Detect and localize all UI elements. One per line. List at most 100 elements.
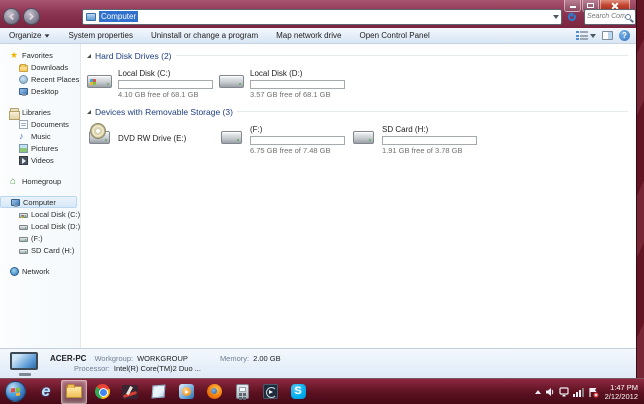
sidebar-group-favorites[interactable]: ★ Favorites: [0, 49, 80, 61]
desktop-background: Computer Organize System properties Unin…: [0, 0, 644, 404]
drive-free-space: 1.91 GB free of 3.78 GB: [382, 146, 463, 155]
drive-name: Local Disk (D:): [250, 69, 303, 78]
collapse-triangle-icon[interactable]: [87, 109, 91, 114]
forward-button[interactable]: [23, 8, 40, 25]
windows-logo-icon: [11, 387, 20, 396]
taskbar-media-player-button[interactable]: [173, 380, 199, 404]
sidebar-group-computer[interactable]: Computer: [0, 196, 77, 208]
address-location-text[interactable]: Computer: [99, 11, 139, 22]
drive-tile-d[interactable]: Local Disk (D:) 3.57 GB free of 68.1 GB: [218, 65, 350, 101]
sd-card-icon: [350, 123, 378, 153]
preview-pane-button[interactable]: [602, 31, 613, 40]
drive-name: (F:): [250, 125, 263, 134]
section-title: Devices with Removable Storage (3): [95, 106, 233, 117]
taskbar-pen-tool-button[interactable]: [117, 380, 143, 404]
sd-card-icon: [19, 248, 28, 254]
organize-menu-button[interactable]: Organize: [0, 28, 59, 43]
recent-places-icon: [19, 74, 28, 84]
drive-name: DVD RW Drive (E:): [118, 134, 187, 143]
open-control-panel-button[interactable]: Open Control Panel: [350, 28, 438, 43]
memory-value: 2.00 GB: [253, 353, 281, 363]
start-button[interactable]: [5, 381, 26, 402]
taskbar-sticky-notes-button[interactable]: [145, 380, 171, 404]
capacity-bar: [250, 80, 345, 89]
sidebar-item-local-disk-d[interactable]: Local Disk (D:): [0, 220, 80, 232]
folder-icon: [66, 383, 82, 398]
taskbar-media-player-classic-button[interactable]: [257, 380, 283, 404]
drive-tile-f[interactable]: (F:) 6.75 GB free of 7.48 GB: [218, 121, 350, 157]
videos-icon: [19, 155, 28, 165]
forward-icon: [26, 12, 35, 21]
sidebar-item-recent-places[interactable]: Recent Places: [0, 73, 80, 85]
taskbar-clock[interactable]: 1:47 PM 2/12/2012: [603, 383, 642, 401]
hard-drive-icon: [218, 67, 246, 97]
capacity-bar: [382, 136, 477, 145]
taskbar-chrome-button[interactable]: [89, 380, 115, 404]
dvd-drive-icon: [86, 123, 114, 153]
search-input[interactable]: [587, 13, 625, 20]
taskbar-firefox-button[interactable]: [201, 380, 227, 404]
search-box[interactable]: [584, 8, 636, 25]
sidebar-item-music[interactable]: ♪ Music: [0, 130, 80, 142]
back-button[interactable]: [3, 8, 20, 25]
hard-drive-icon: [19, 224, 28, 230]
drive-tile-h[interactable]: SD Card (H:) 1.91 GB free of 3.78 GB: [350, 121, 482, 157]
drive-tile-e[interactable]: DVD RW Drive (E:): [86, 121, 218, 157]
sidebar-item-local-disk-c[interactable]: Local Disk (C:): [0, 208, 80, 220]
sidebar-item-desktop[interactable]: Desktop: [0, 85, 80, 97]
map-network-drive-button[interactable]: Map network drive: [267, 28, 350, 43]
volume-icon[interactable]: [545, 387, 555, 397]
system-tray: 1:47 PM 2/12/2012: [534, 379, 642, 404]
sidebar-item-downloads[interactable]: Downloads: [0, 61, 80, 73]
back-icon: [8, 12, 17, 21]
clock-time: 1:47 PM: [610, 383, 638, 392]
hard-disk-tiles: Local Disk (C:) 4.10 GB free of 68.1 GB …: [86, 65, 632, 101]
workgroup-value: WORKGROUP: [137, 353, 188, 363]
system-drive-icon: [19, 212, 28, 218]
media-player-classic-icon: [262, 384, 278, 399]
calculator-icon: [235, 384, 249, 399]
action-center-flag-icon[interactable]: [588, 387, 599, 398]
music-icon: ♪: [19, 130, 24, 141]
computer-icon: [11, 199, 20, 207]
clock-date: 2/12/2012: [604, 392, 638, 401]
skype-icon: [290, 384, 306, 399]
sidebar-item-pictures[interactable]: Pictures: [0, 142, 80, 154]
taskbar-skype-button[interactable]: [285, 380, 311, 404]
sidebar-group-libraries[interactable]: Libraries: [0, 106, 80, 120]
drive-name: Local Disk (C:): [118, 69, 171, 78]
refresh-icon: [568, 12, 576, 21]
change-view-button[interactable]: [576, 31, 596, 40]
uninstall-program-button[interactable]: Uninstall or change a program: [142, 28, 267, 43]
taskbar-internet-explorer-button[interactable]: e: [33, 380, 59, 404]
refresh-button[interactable]: [564, 9, 580, 25]
taskbar-calculator-button[interactable]: [229, 380, 255, 404]
section-header-removable[interactable]: Devices with Removable Storage (3): [86, 105, 632, 118]
sticky-notes-icon: [150, 384, 166, 399]
sidebar-item-sd-card-h[interactable]: SD Card (H:): [0, 244, 80, 256]
show-hidden-icons-button[interactable]: [534, 390, 541, 394]
system-properties-button[interactable]: System properties: [59, 28, 141, 43]
workgroup-label: Workgroup:: [94, 353, 134, 363]
drive-tile-c[interactable]: Local Disk (C:) 4.10 GB free of 68.1 GB: [86, 65, 218, 101]
taskbar-windows-explorer-button[interactable]: [61, 379, 87, 404]
address-dropdown-icon[interactable]: [553, 14, 559, 19]
sidebar-item-drive-f[interactable]: (F:): [0, 232, 80, 244]
sidebar-item-videos[interactable]: Videos: [0, 154, 80, 166]
toolbar-right-icons: [576, 28, 630, 43]
views-icon: [576, 31, 588, 40]
drive-free-space: 6.75 GB free of 7.48 GB: [250, 146, 331, 155]
safely-remove-hardware-icon[interactable]: [559, 387, 569, 397]
drive-name: SD Card (H:): [382, 125, 429, 134]
address-bar[interactable]: Computer: [82, 8, 562, 25]
section-header-hard-disks[interactable]: Hard Disk Drives (2): [86, 49, 632, 62]
network-signal-icon[interactable]: [572, 387, 584, 397]
collapse-triangle-icon[interactable]: [87, 53, 91, 58]
section-title: Hard Disk Drives (2): [95, 50, 172, 61]
help-button[interactable]: [619, 30, 630, 41]
sidebar-group-homegroup[interactable]: ⌂ Homegroup: [0, 175, 80, 187]
sidebar-item-documents[interactable]: Documents: [0, 118, 80, 130]
capacity-bar: [118, 80, 213, 89]
capacity-bar: [250, 136, 345, 145]
sidebar-group-network[interactable]: Network: [0, 265, 80, 277]
